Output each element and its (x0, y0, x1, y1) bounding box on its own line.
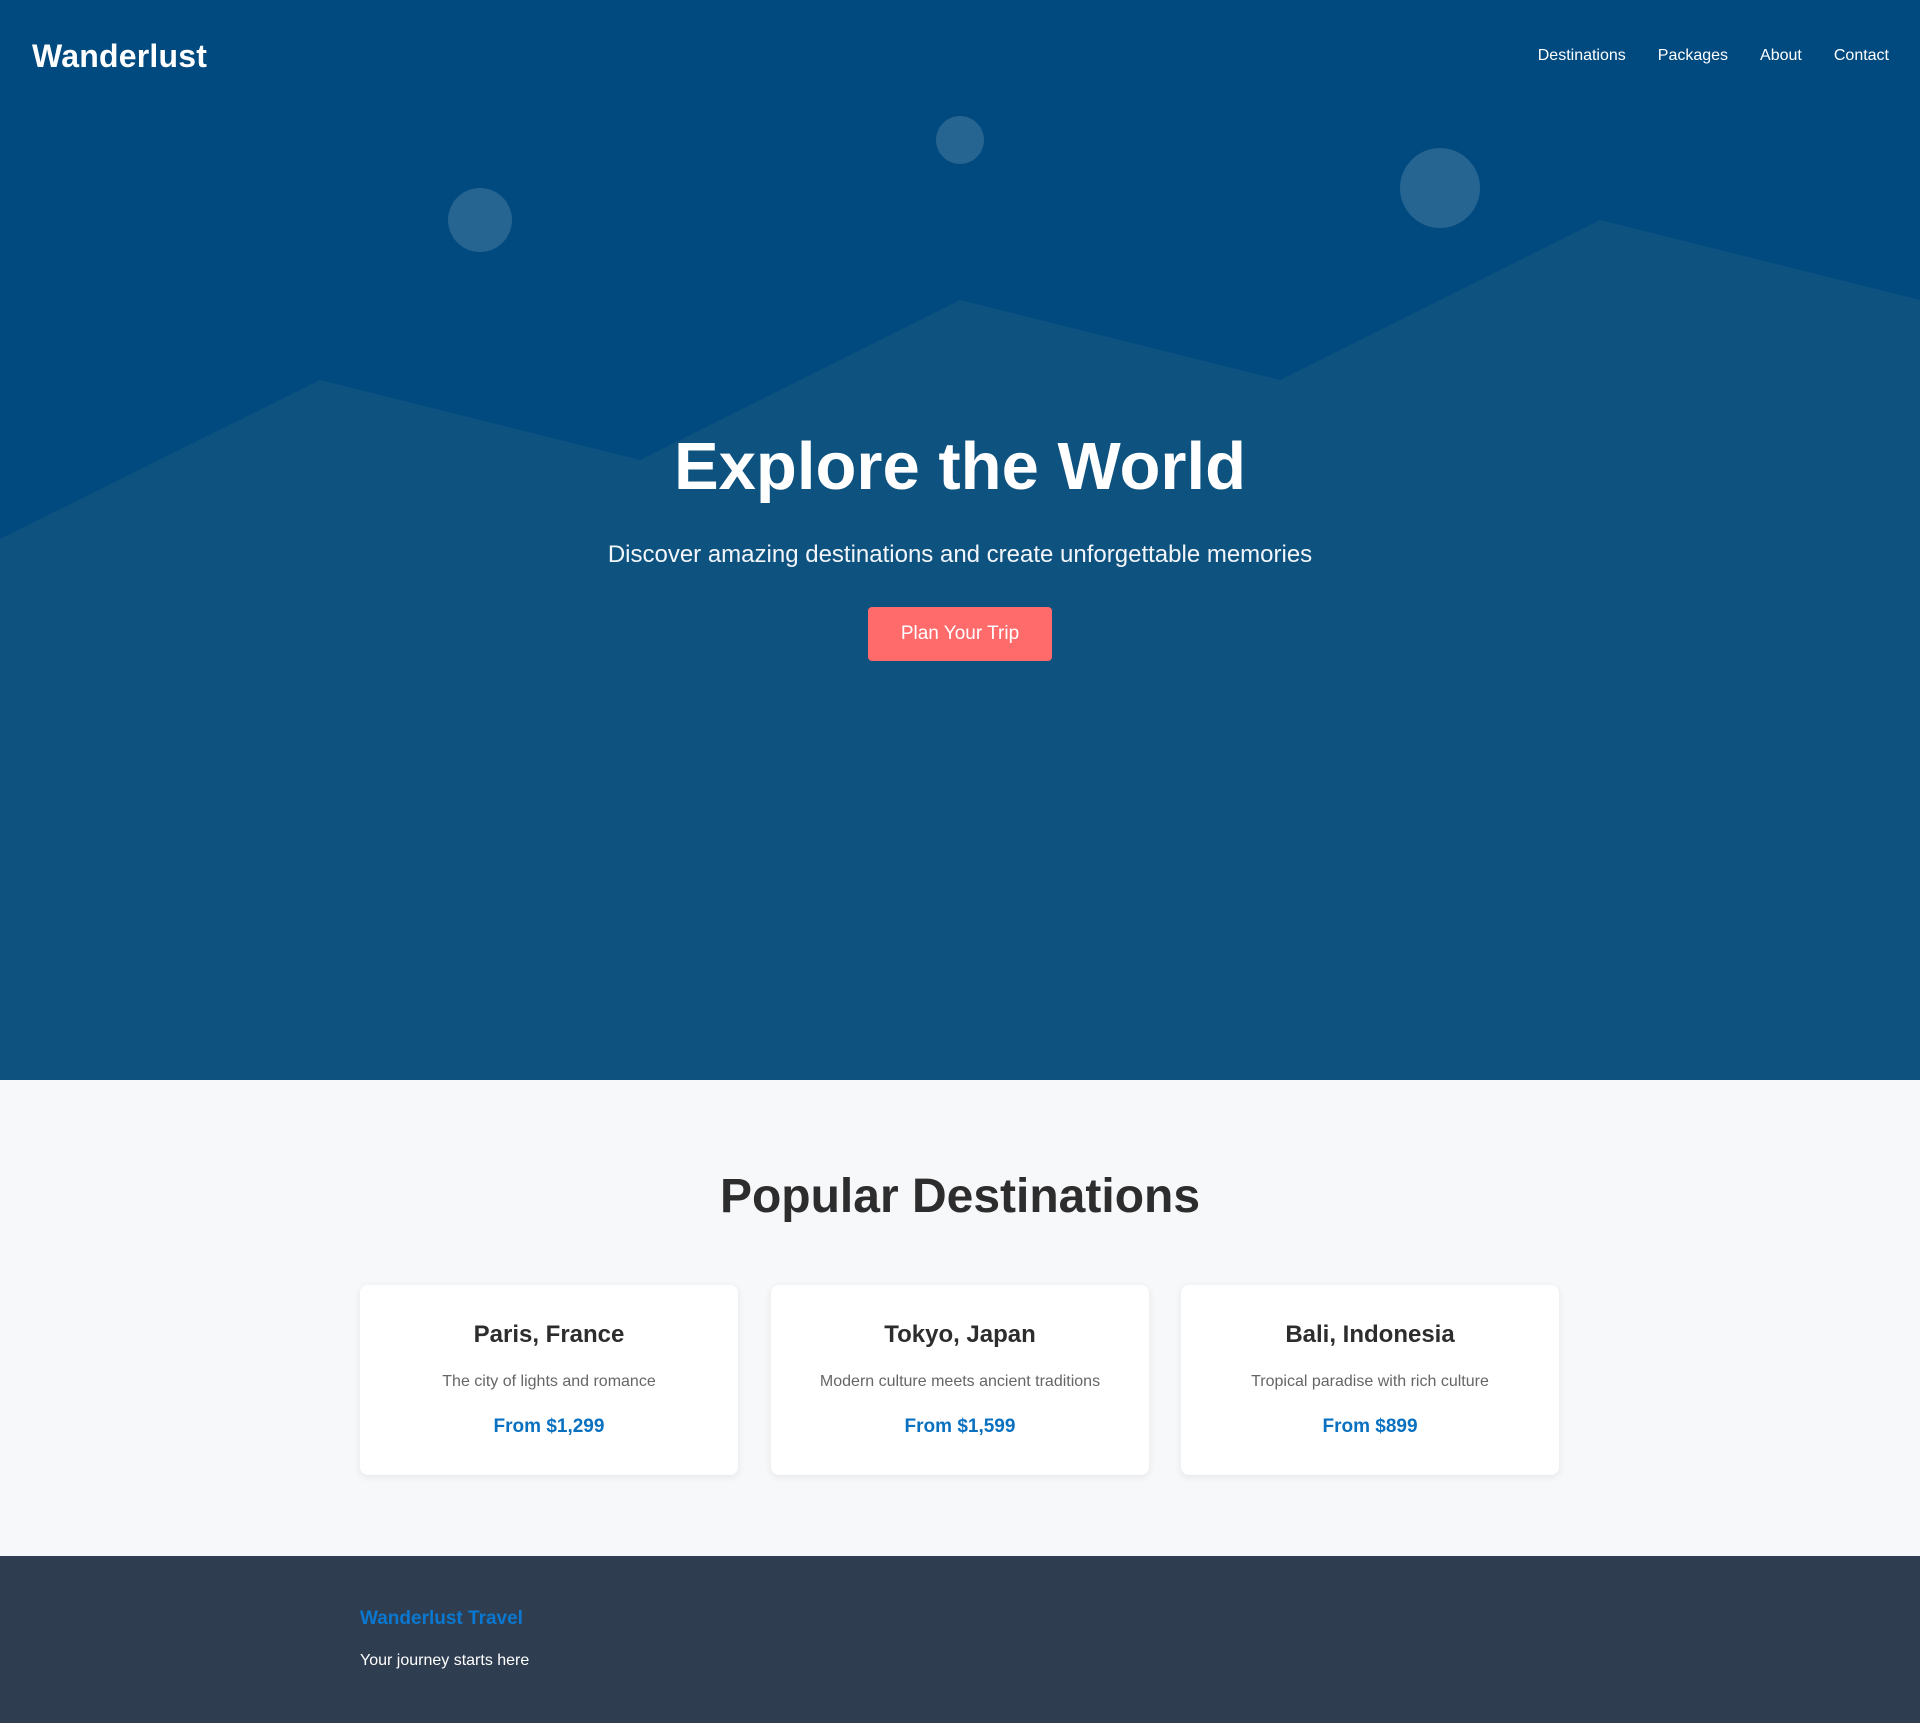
hero-section: Wanderlust Destinations Packages About C… (0, 0, 1920, 1080)
nav-links: Destinations Packages About Contact (1506, 47, 1889, 65)
destination-description: The city of lights and romance (442, 1373, 656, 1390)
section-title: Popular Destinations (719, 1170, 1201, 1223)
destination-price: From $899 (1322, 1416, 1418, 1437)
destination-price: From $1,599 (904, 1416, 1016, 1437)
destination-name: Bali, Indonesia (1285, 1321, 1455, 1348)
popular-destinations-section: Popular Destinations Paris, France The c… (0, 1080, 1920, 1556)
destination-price: From $1,299 (493, 1416, 605, 1437)
destination-description: Tropical paradise with rich culture (1251, 1373, 1489, 1390)
destination-name: Tokyo, Japan (884, 1321, 1036, 1348)
footer-tagline: Your journey starts here (360, 1652, 530, 1669)
destination-name: Paris, France (473, 1321, 625, 1348)
nav-link-packages[interactable]: Packages (1658, 47, 1728, 65)
nav-link-about[interactable]: About (1760, 47, 1802, 65)
hero-subtitle: Discover amazing destinations and create… (607, 541, 1313, 568)
hero-background-illustration (0, 0, 1920, 1080)
decor-circle-center (936, 116, 984, 164)
destination-card-tokyo[interactable]: Tokyo, Japan Modern culture meets ancien… (771, 1285, 1149, 1475)
site-footer: Wanderlust Travel Your journey starts he… (0, 1556, 1920, 1723)
hero-title: Explore the World (673, 429, 1247, 504)
brand-logo[interactable]: Wanderlust (32, 38, 207, 75)
top-navigation: Wanderlust Destinations Packages About C… (0, 0, 1920, 114)
destination-description: Modern culture meets ancient traditions (819, 1373, 1101, 1390)
nav-link-contact[interactable]: Contact (1834, 47, 1889, 65)
footer-title: Wanderlust Travel (360, 1608, 523, 1629)
nav-link-destinations[interactable]: Destinations (1538, 47, 1626, 65)
decor-circle-left (448, 188, 512, 252)
destination-card-paris[interactable]: Paris, France The city of lights and rom… (360, 1285, 738, 1475)
destination-card-bali[interactable]: Bali, Indonesia Tropical paradise with r… (1181, 1285, 1559, 1475)
plan-your-trip-button[interactable]: Plan Your Trip (868, 607, 1052, 661)
decor-circle-right (1400, 148, 1480, 228)
